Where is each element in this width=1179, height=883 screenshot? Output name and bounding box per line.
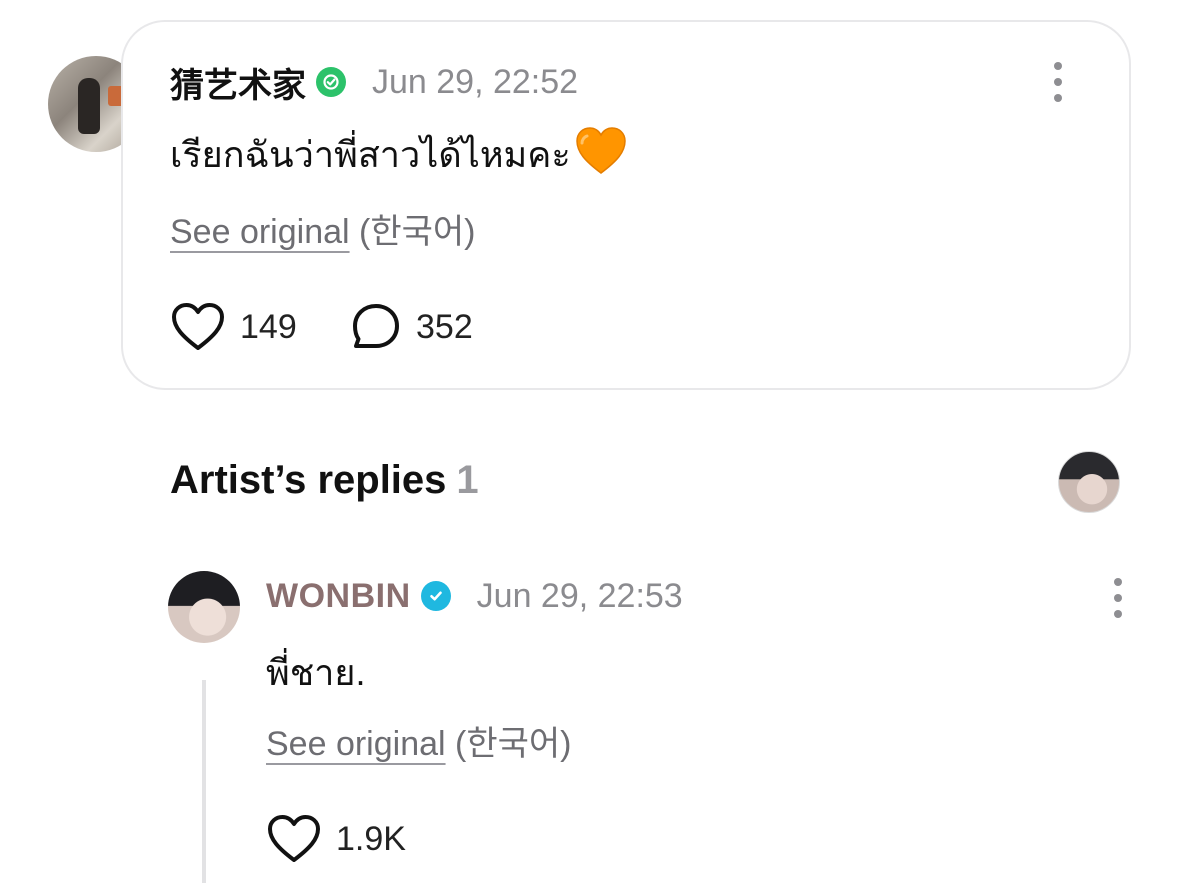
orange-heart-emoji — [575, 127, 627, 184]
more-vertical-icon[interactable] — [1112, 578, 1124, 618]
more-vertical-icon[interactable] — [1052, 62, 1064, 102]
artist-like-button[interactable]: 1.9K — [266, 814, 406, 864]
artist-like-count: 1.9K — [336, 819, 406, 858]
fan-comment-button[interactable]: 352 — [350, 302, 473, 352]
fan-see-original: See original (한국어) — [170, 204, 476, 253]
heart-outline-icon — [172, 303, 224, 350]
verified-badge-icon — [316, 67, 346, 97]
artist-author-name[interactable]: WONBIN — [266, 577, 411, 616]
fan-letter-thread: 猜艺术家 Jun 29, 22:52 เรียกฉันว่าพี่สาวได้ไ… — [0, 0, 1179, 883]
artist-reply-header: WONBIN Jun 29, 22:53 — [266, 572, 683, 620]
reply-thread-line — [202, 680, 206, 883]
artist-replies-title: Artist’s replies — [170, 458, 447, 502]
avatar-photo-figure — [78, 78, 100, 134]
verified-badge-icon — [420, 581, 451, 611]
artist-avatar[interactable] — [168, 571, 240, 643]
fan-post-header: 猜艺术家 Jun 29, 22:52 — [170, 58, 578, 106]
fan-like-count: 149 — [240, 307, 297, 346]
fan-author-name[interactable]: 猜艺术家 — [170, 58, 306, 107]
original-language: (한국어) — [455, 725, 572, 763]
artist-reply-timestamp: Jun 29, 22:53 — [476, 576, 683, 615]
fan-post-text: เรียกฉันว่าพี่สาวได้ไหมคะ — [170, 134, 571, 175]
artist-replies-count: 1 — [456, 458, 479, 502]
fan-comment-count: 352 — [416, 307, 473, 346]
fan-post-body: เรียกฉันว่าพี่สาวได้ไหมคะ — [170, 126, 627, 184]
artist-avatar-small[interactable] — [1058, 451, 1120, 513]
artist-reply-body: พี่ชาย. — [266, 652, 366, 693]
artist-replies-heading: Artist’s replies 1 — [170, 458, 479, 503]
artist-see-original: See original (한국어) — [266, 716, 572, 765]
see-original-link[interactable]: See original — [266, 725, 446, 763]
original-language: (한국어) — [359, 213, 476, 251]
fan-like-button[interactable]: 149 — [170, 302, 297, 352]
fan-post-timestamp: Jun 29, 22:52 — [372, 62, 579, 101]
see-original-link[interactable]: See original — [170, 213, 350, 251]
chat-bubble-icon — [353, 304, 399, 348]
heart-outline-icon — [268, 815, 320, 862]
